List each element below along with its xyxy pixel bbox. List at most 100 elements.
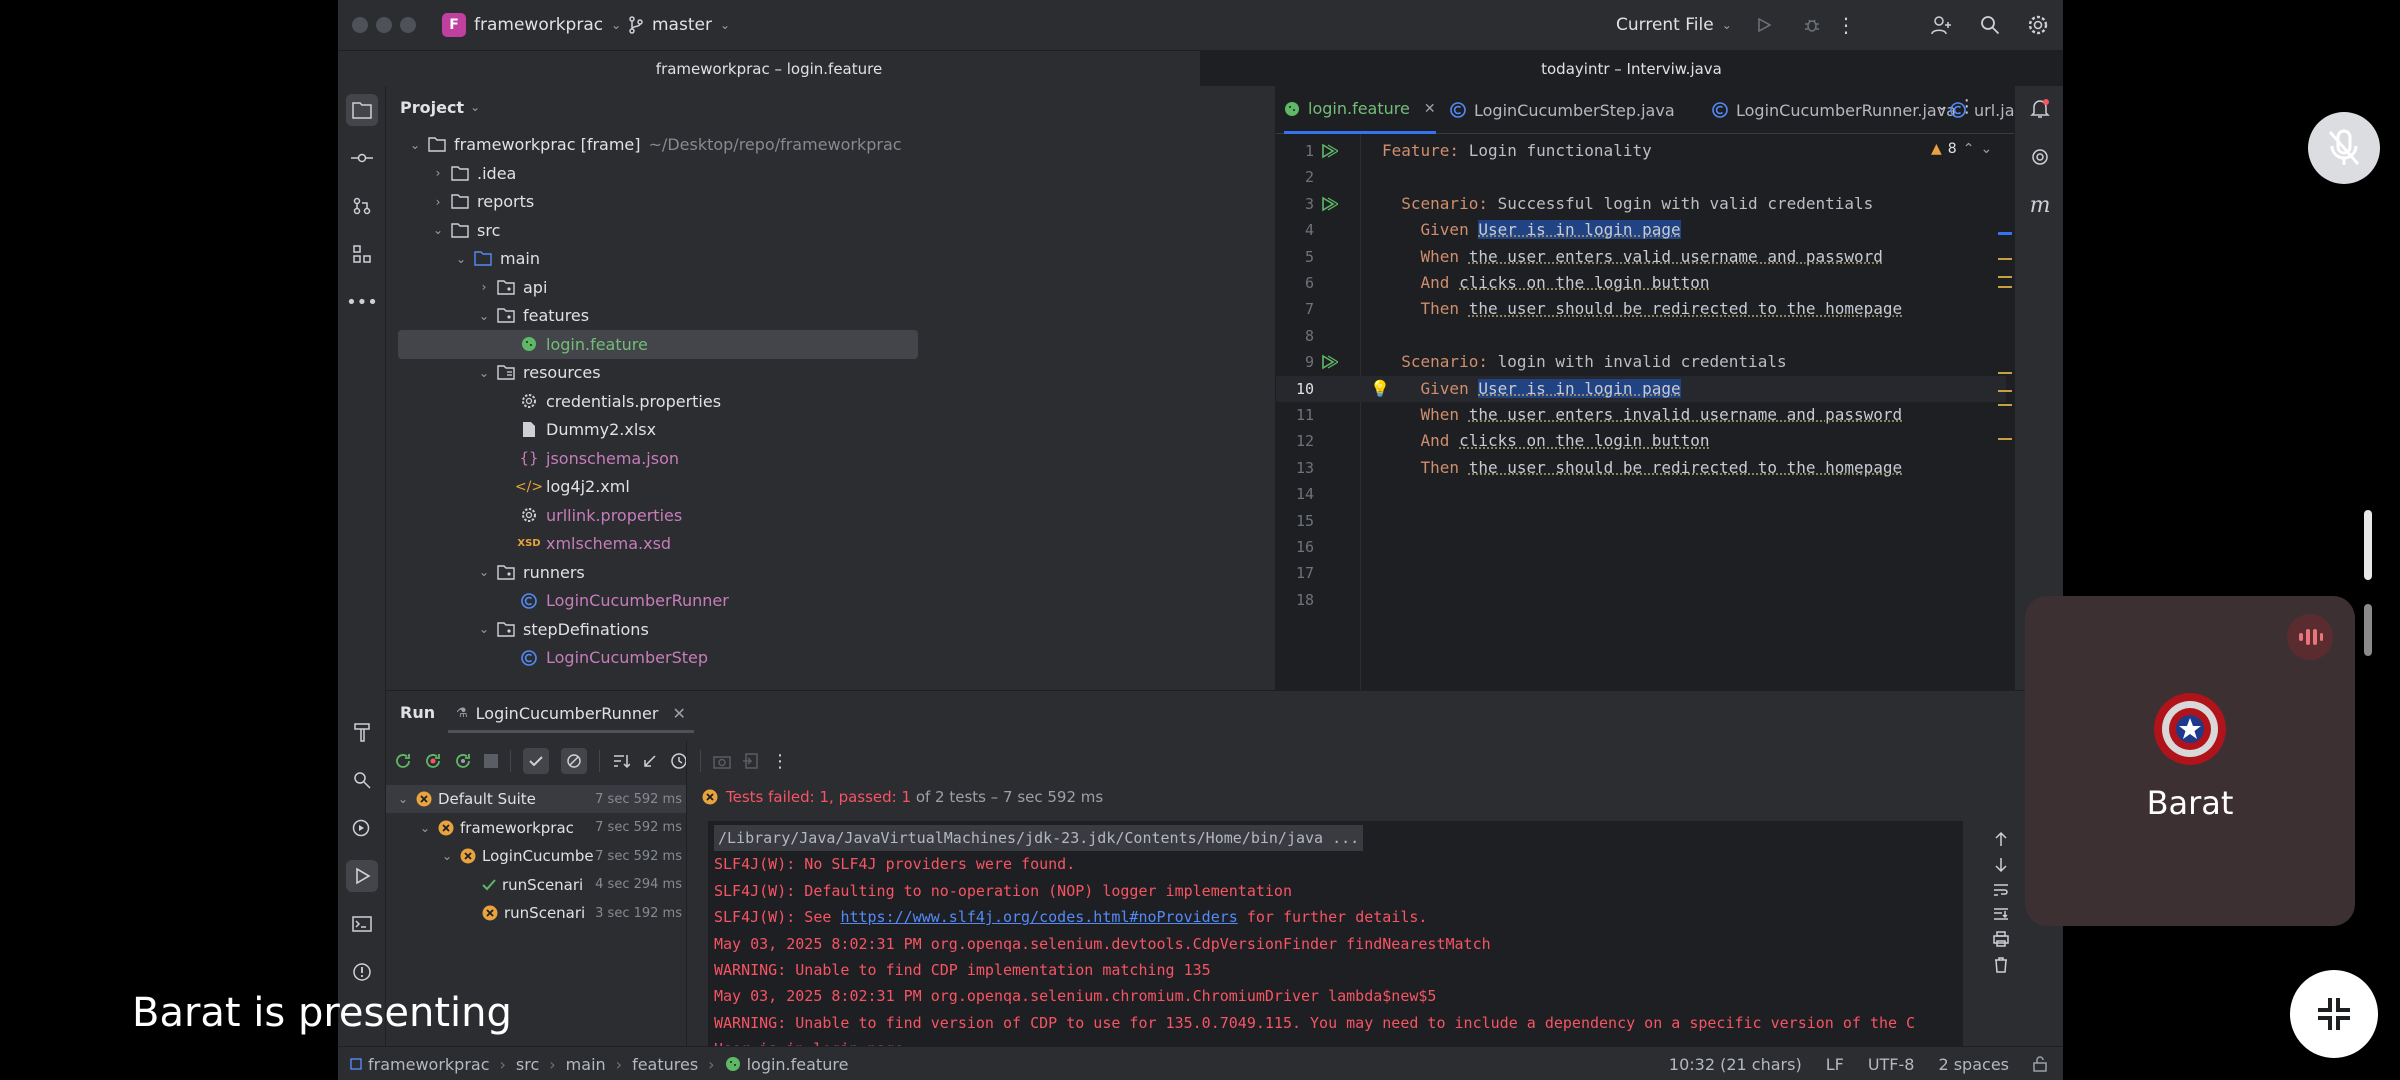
tree-item[interactable]: credentials.properties	[386, 387, 1276, 416]
maven-icon[interactable]: m	[2027, 192, 2053, 218]
chevron-down-icon[interactable]: ⌄	[440, 849, 454, 863]
chevron-down-icon[interactable]: ⌄	[477, 622, 491, 636]
tree-item[interactable]: </> log4j2.xml	[386, 472, 1276, 501]
minimize-window-button[interactable]	[376, 17, 392, 33]
tree-item[interactable]: urllink.properties	[386, 501, 1276, 530]
code-area[interactable]: 1 Feature: Login functionality 2 3 Scenario…	[1276, 134, 2006, 690]
chevron-right-icon[interactable]: ›	[477, 280, 491, 294]
chevron-down-icon[interactable]: ⌄	[477, 565, 491, 579]
chevron-down-icon[interactable]: ⌄	[1980, 141, 1992, 157]
exit-fullscreen-button[interactable]	[2290, 970, 2378, 1058]
chevron-up-icon[interactable]: ⌃	[1963, 141, 1975, 157]
scroll-down-arrow-icon[interactable]	[1994, 857, 2008, 873]
sort-icon[interactable]	[612, 753, 630, 769]
commit-icon[interactable]	[346, 142, 378, 174]
step-text[interactable]: clicks on the login button	[1459, 273, 1709, 292]
chevron-down-icon[interactable]: ⌄	[454, 252, 468, 266]
tree-item[interactable]: › reports	[386, 187, 1276, 216]
presenter-tile[interactable]: Barat	[2025, 596, 2355, 926]
step-text[interactable]: the user enters invalid username and pas…	[1469, 405, 1902, 424]
run-gutter-icon[interactable]	[1320, 354, 1338, 370]
tree-item[interactable]: Dummy2.xlsx	[386, 415, 1276, 444]
close-icon[interactable]: ✕	[1424, 101, 1436, 117]
editor-tab[interactable]: LoginCucumberStep.java	[1450, 86, 1675, 134]
rerun-failed-icon[interactable]	[424, 752, 442, 770]
step-text[interactable]: the user should be redirected to the hom…	[1469, 458, 1902, 477]
line-separator[interactable]: LF	[1826, 1055, 1844, 1074]
chevron-down-icon[interactable]: ⌄	[477, 309, 491, 323]
test-node[interactable]: runScenari 3 sec 192 ms	[386, 899, 686, 927]
search-icon[interactable]	[1978, 13, 2002, 37]
console-link[interactable]: https://www.slf4j.org/codes.html#noProvi…	[840, 908, 1237, 926]
step-text[interactable]: User is in login page	[1478, 378, 1681, 398]
import-tests-icon[interactable]	[743, 753, 759, 769]
breadcrumb-item[interactable]: main	[566, 1055, 606, 1074]
caret-position[interactable]: 10:32 (21 chars)	[1669, 1055, 1802, 1074]
test-node[interactable]: ⌄ LoginCucumbe 7 sec 592 ms	[386, 842, 686, 870]
chevron-down-icon[interactable]: ⌄	[418, 821, 432, 835]
terminal-icon[interactable]	[346, 908, 378, 940]
tree-item[interactable]: ⌄ features	[386, 301, 1276, 330]
more-actions-icon[interactable]: ⋮	[1834, 13, 1858, 37]
soft-wrap-icon[interactable]	[1993, 883, 2009, 897]
rerun-automatically-icon[interactable]	[454, 752, 472, 770]
settings-gear-icon[interactable]	[2026, 13, 2050, 37]
step-text[interactable]: User is in login page	[1478, 220, 1681, 240]
test-node[interactable]: ⌄ Default Suite 7 sec 592 ms	[386, 785, 686, 813]
chevron-right-icon[interactable]: ›	[431, 195, 445, 209]
run-gutter-icon[interactable]	[1320, 143, 1338, 159]
tree-item[interactable]: XSD xmlschema.xsd	[386, 529, 1276, 558]
clear-trash-icon[interactable]	[1994, 957, 2008, 973]
tree-item[interactable]: ⌄ stepDefinations	[386, 615, 1276, 644]
run-gutter-icon[interactable]	[1320, 196, 1338, 212]
window-tab[interactable]: todayintr – Interviw.java	[1200, 51, 2063, 86]
tree-item[interactable]: ⌄ main	[386, 244, 1276, 273]
build-hammer-icon[interactable]	[346, 716, 378, 748]
chevron-down-icon[interactable]: ⌄	[408, 138, 422, 152]
side-scroll-indicator[interactable]	[2364, 510, 2372, 580]
chevron-down-icon[interactable]: ⌄	[477, 366, 491, 380]
project-panel-header[interactable]: Project ⌄	[400, 96, 480, 118]
print-icon[interactable]	[1993, 931, 2009, 947]
mic-muted-button[interactable]	[2308, 112, 2380, 184]
close-window-button[interactable]	[352, 17, 368, 33]
tree-item[interactable]: ⌄ frameworkprac [frame] ~/Desktop/repo/fra…	[386, 130, 1276, 159]
tree-item[interactable]: ⌄ src	[386, 216, 1276, 245]
window-tab-active[interactable]: frameworkprac – login.feature	[338, 51, 1200, 86]
add-user-icon[interactable]	[1930, 13, 1954, 37]
tree-item[interactable]: ⌄ resources	[386, 358, 1276, 387]
more-tools-icon[interactable]: •••	[346, 286, 378, 318]
step-text[interactable]: the user should be redirected to the hom…	[1469, 299, 1902, 318]
close-icon[interactable]: ✕	[672, 704, 685, 723]
tree-item[interactable]: ⌄ runners	[386, 558, 1276, 587]
chevron-right-icon[interactable]: ›	[431, 166, 445, 180]
chevron-down-icon[interactable]: ⌄	[396, 792, 410, 806]
editor-tab[interactable]: LoginCucumberRunner.java	[1712, 86, 1956, 134]
collapse-all-icon[interactable]	[642, 753, 658, 769]
tree-item[interactable]: LoginCucumberStep	[386, 643, 1276, 672]
scroll-up-arrow-icon[interactable]	[1994, 831, 2008, 847]
ai-assistant-icon[interactable]	[2027, 144, 2053, 170]
problems-icon[interactable]	[346, 956, 378, 988]
camera-icon[interactable]	[713, 753, 731, 769]
services-icon[interactable]	[346, 812, 378, 844]
pull-requests-icon[interactable]	[346, 190, 378, 222]
file-encoding[interactable]: UTF-8	[1868, 1055, 1915, 1074]
test-node[interactable]: ⌄ frameworkprac 7 sec 592 ms	[386, 814, 686, 842]
zoom-window-button[interactable]	[400, 17, 416, 33]
step-text[interactable]: the user enters valid username and passw…	[1469, 247, 1883, 266]
debug-icon[interactable]	[1800, 13, 1824, 37]
breadcrumb-item[interactable]: features	[632, 1055, 698, 1074]
chevron-down-icon[interactable]: ⌄	[1936, 98, 1948, 114]
more-options-icon[interactable]: ⋮	[771, 751, 789, 772]
breadcrumb-item[interactable]: frameworkprac	[350, 1055, 490, 1074]
run-icon[interactable]	[1752, 13, 1776, 37]
indent-setting[interactable]: 2 spaces	[1938, 1055, 2009, 1074]
tree-item[interactable]: LoginCucumberRunner	[386, 586, 1276, 615]
console-output[interactable]: /Library/Java/JavaVirtualMachines/jdk-23…	[708, 821, 1963, 1047]
notifications-bell-icon[interactable]	[2027, 96, 2053, 122]
project-tool-folder-icon[interactable]	[346, 94, 378, 126]
tree-item[interactable]: {} jsonschema.json	[386, 444, 1276, 473]
run-tab[interactable]: ⚗ LoginCucumberRunner ✕	[448, 697, 694, 733]
tree-item[interactable]: › api	[386, 273, 1276, 302]
